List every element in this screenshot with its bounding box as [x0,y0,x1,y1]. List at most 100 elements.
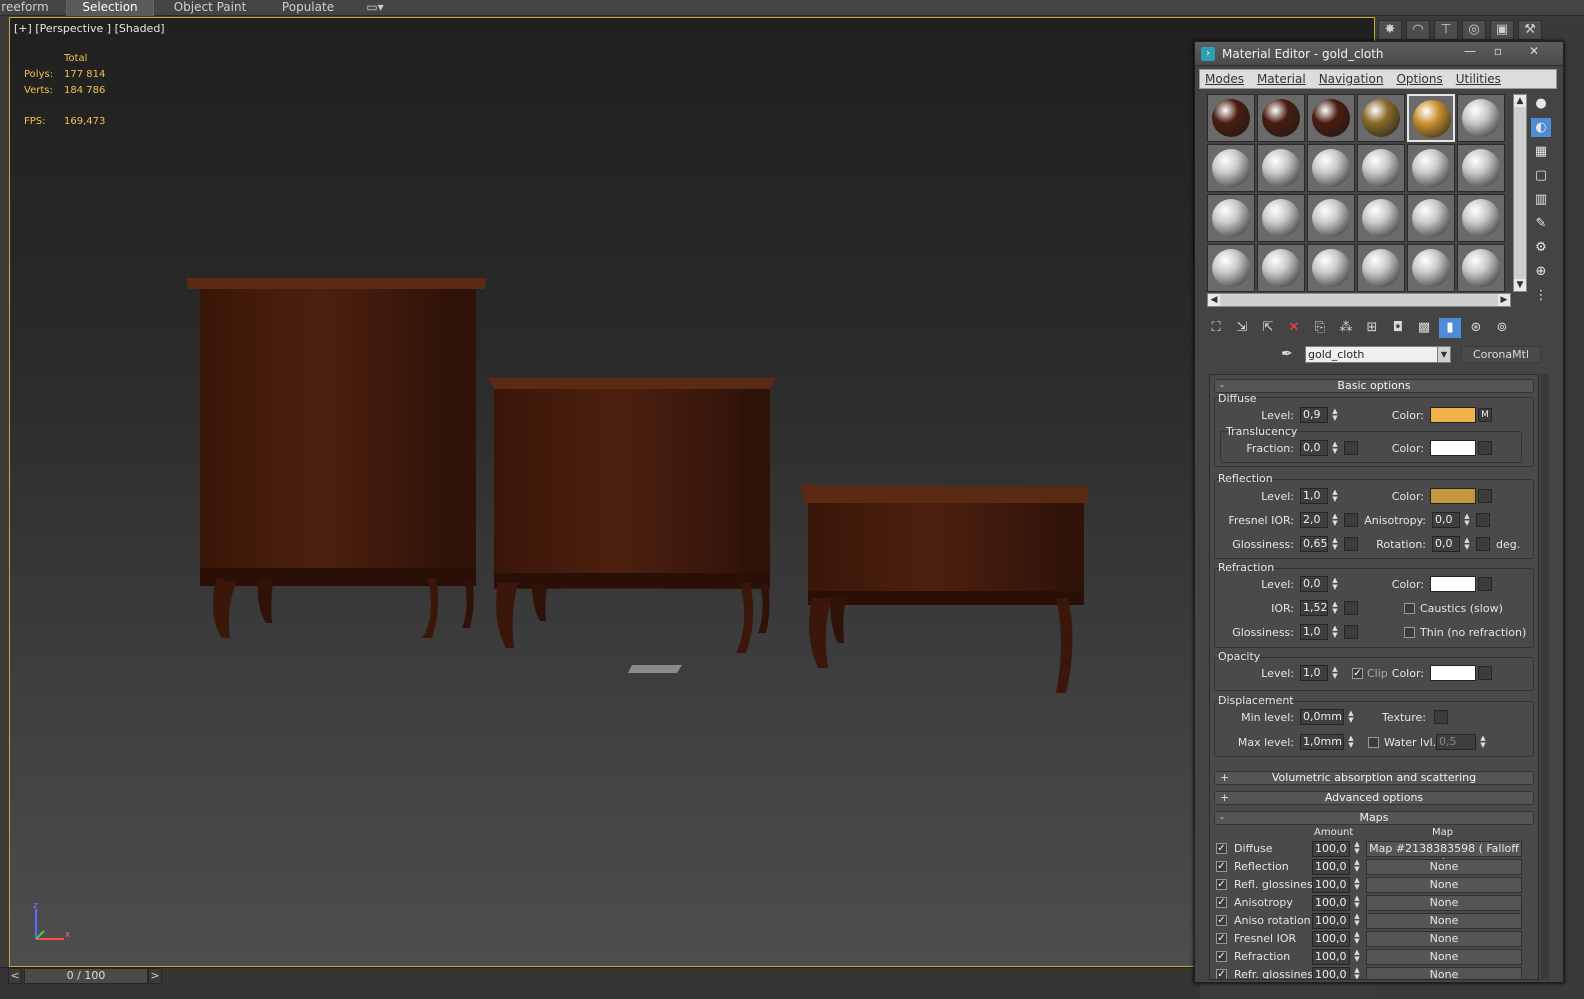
slots-vertical-scrollbar[interactable]: ▲ ▼ [1513,94,1527,292]
map-slot-button[interactable]: None [1366,895,1522,911]
map-enable-checkbox[interactable]: ✓ [1216,951,1227,962]
spinner-arrows-icon[interactable]: ▲ ▼ [1462,537,1472,553]
material-slot[interactable] [1457,244,1505,292]
modify-icon[interactable]: ◠ [1406,20,1430,40]
map-amount-spinner[interactable]: 100,0 [1312,841,1350,857]
map-slot-button[interactable]: None [1366,949,1522,965]
get-material-icon[interactable]: ⛶ [1205,318,1227,338]
material-slot[interactable] [1257,244,1305,292]
spinner-arrows-icon[interactable]: ▲ ▼ [1352,913,1362,929]
rotation-map-button[interactable] [1476,537,1490,551]
spinner-arrows-icon[interactable]: ▲ ▼ [1330,601,1340,617]
map-enable-checkbox[interactable]: ✓ [1216,933,1227,944]
spinner-arrows-icon[interactable]: ▲ ▼ [1330,537,1340,553]
spinner-arrows-icon[interactable]: ▲ ▼ [1330,441,1340,457]
map-enable-checkbox[interactable]: ✓ [1216,879,1227,890]
spinner-arrows-icon[interactable]: ▲ ▼ [1352,859,1362,875]
spinner-arrows-icon[interactable]: ▲ ▼ [1330,408,1340,424]
show-end-result-icon[interactable]: ▮ [1439,318,1461,338]
map-amount-spinner[interactable]: 100,0 [1312,913,1350,929]
create-icon[interactable]: ✸ [1378,20,1402,40]
go-to-parent-icon[interactable]: ⊛ [1465,318,1487,338]
make-unique-icon[interactable]: ⁂ [1335,318,1357,338]
material-slot[interactable] [1357,244,1405,292]
spinner-arrows-icon[interactable]: ▲ ▼ [1330,489,1340,505]
spinner-arrows-icon[interactable]: ▲ ▼ [1478,735,1488,751]
sample-type-icon[interactable]: ● [1531,94,1551,113]
scroll-left-icon[interactable]: ◀ [1208,294,1220,306]
perspective-viewport[interactable]: [+] [Perspective ] [Shaded] Total Polys:… [9,17,1375,967]
material-slot[interactable] [1207,94,1255,142]
displacement-max-spinner[interactable]: 1,0mm [1300,734,1344,750]
material-slot[interactable] [1257,94,1305,142]
map-amount-spinner[interactable]: 100,0 [1312,859,1350,875]
refraction-glossiness-spinner[interactable]: 1,0 [1300,624,1328,640]
medium-chest[interactable] [488,378,776,653]
refraction-ior-spinner[interactable]: 1,52 [1300,600,1328,616]
material-id-channel-icon[interactable]: ◘ [1387,318,1409,338]
anisotropy-spinner[interactable]: 0,0 [1432,512,1460,528]
map-slot-button[interactable]: None [1366,931,1522,947]
map-amount-spinner[interactable]: 100,0 [1312,877,1350,893]
menu-navigation[interactable]: Navigation [1314,70,1392,88]
map-enable-checkbox[interactable]: ✓ [1216,915,1227,926]
material-slot[interactable] [1457,194,1505,242]
opacity-color-map-button[interactable] [1478,666,1492,680]
anisotropy-map-button[interactable] [1476,513,1490,527]
translucency-color-map-button[interactable] [1478,441,1492,455]
tab-freeform[interactable]: reeform [0,0,50,16]
material-name-field[interactable]: gold_cloth ▼ [1305,346,1451,363]
menu-options[interactable]: Options [1391,70,1450,88]
caustics-checkbox[interactable] [1404,603,1415,614]
material-slot[interactable] [1407,244,1455,292]
refraction-level-spinner[interactable]: 0,0 [1300,576,1328,592]
material-slot[interactable] [1357,144,1405,192]
minimize-button[interactable]: — [1457,44,1483,60]
reflection-glossiness-spinner[interactable]: 0,65 [1300,536,1328,552]
tab-object-paint[interactable]: Object Paint [168,0,252,16]
material-slot[interactable] [1307,144,1355,192]
rollout-advanced-options[interactable]: + Advanced options [1214,791,1534,805]
map-amount-spinner[interactable]: 100,0 [1312,967,1350,979]
maximize-button[interactable]: ▫ [1485,44,1511,60]
spinner-arrows-icon[interactable]: ▲ ▼ [1352,931,1362,947]
tab-selection[interactable]: Selection [66,0,154,16]
reflection-level-spinner[interactable]: 1,0 [1300,488,1328,504]
spinner-arrows-icon[interactable]: ▲ ▼ [1352,895,1362,911]
chevron-down-icon[interactable]: ▼ [1437,346,1451,363]
refraction-glossiness-map-button[interactable] [1344,625,1358,639]
diffuse-map-button[interactable]: M [1478,408,1492,422]
opacity-color-swatch[interactable] [1430,665,1476,681]
refraction-color-map-button[interactable] [1478,577,1492,591]
opacity-level-spinner[interactable]: 1,0 [1300,665,1328,681]
utilities-icon[interactable]: ⚒ [1518,20,1542,40]
menu-modes[interactable]: Modes [1200,70,1252,88]
water-level-spinner[interactable]: 0,5 [1436,734,1476,750]
tab-populate[interactable]: Populate [272,0,344,16]
refraction-color-swatch[interactable] [1430,576,1476,592]
options-icon[interactable]: ⚙ [1531,238,1551,257]
spinner-arrows-icon[interactable]: ▲ ▼ [1330,666,1340,682]
rollout-maps[interactable]: - Maps [1214,811,1534,825]
translucency-map-button[interactable] [1344,441,1358,455]
spinner-arrows-icon[interactable]: ▲ ▼ [1346,710,1356,726]
material-slot[interactable] [1407,144,1455,192]
time-slider[interactable]: 0 / 100 [24,968,148,984]
low-bench[interactable] [800,485,1090,693]
map-slot-button[interactable]: None [1366,967,1522,979]
scroll-right-icon[interactable]: ▶ [1498,294,1510,306]
map-slot-button[interactable]: None [1366,913,1522,929]
map-enable-checkbox[interactable]: ✓ [1216,897,1227,908]
map-slot-button[interactable]: None [1366,859,1522,875]
material-slot[interactable] [1357,194,1405,242]
ribbon-options-icon[interactable]: ▭▾ [360,0,390,16]
material-slot[interactable] [1257,144,1305,192]
furniture-scene[interactable] [180,273,1110,703]
material-slot[interactable] [1457,144,1505,192]
scroll-up-icon[interactable]: ▲ [1514,95,1526,107]
spinner-arrows-icon[interactable]: ▲ ▼ [1346,735,1356,751]
material-slot[interactable] [1207,144,1255,192]
put-to-scene-icon[interactable]: ⇲ [1231,318,1253,338]
map-slot-button[interactable]: Map #2138383598 ( Falloff ) [1366,841,1522,869]
reflection-color-swatch[interactable] [1430,488,1476,504]
